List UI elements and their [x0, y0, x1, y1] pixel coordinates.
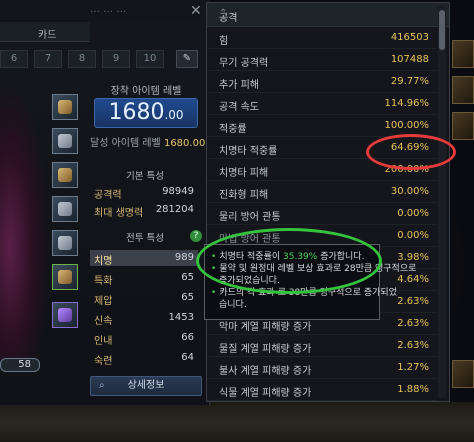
item-level-box: 장착 아이템 레벨 1680.00 달성 아이템 레벨 1680.00: [90, 78, 206, 154]
edit-pencil-icon[interactable]: ✎: [176, 50, 198, 68]
equip-slot-gloves[interactable]: [52, 230, 78, 256]
character-panel: … … … 카드 6 7 8 9 10 ✎ 장착 아이템 레벨 1680.00 …: [0, 0, 210, 405]
stat-row: 추가 피해 29.77%: [207, 71, 437, 93]
equip-slot-stone[interactable]: [52, 302, 78, 328]
stat-row: 불사 계열 피해량 증가 1.27%: [207, 357, 437, 379]
item-level-value: 1680.00: [94, 98, 198, 128]
equip-slot-head[interactable]: [52, 94, 78, 120]
tooltip-line: 습니다.: [219, 300, 247, 310]
detail-info-button[interactable]: ⌕ 상세정보: [90, 376, 202, 396]
stat-swiftness[interactable]: 신속 1453: [90, 310, 198, 327]
item-level-title: 장착 아이템 레벨: [110, 86, 182, 97]
stat-endurance[interactable]: 인내 66: [90, 330, 198, 347]
character-portrait: [0, 80, 50, 360]
red-highlight-circle: [366, 134, 456, 170]
stat-row: 물질 계열 피해량 증가 2.63%: [207, 335, 437, 357]
stats-detail-panel: 공격 ⌃ 힘 416503 무기 공격력 107488 추가 피해 29.77% 공격…: [206, 2, 450, 402]
tab-card[interactable]: 카드: [0, 22, 90, 42]
chevron-up-icon: ⌃: [219, 8, 228, 19]
stat-row: 공격 속도 114.96%: [207, 93, 437, 115]
preset-button-8[interactable]: 8: [68, 50, 96, 68]
close-icon[interactable]: ✕: [190, 3, 202, 19]
equip-slot-chest[interactable]: [52, 162, 78, 188]
basic-stats-heading: 기본 특성: [126, 171, 164, 182]
stat-row: 진화형 피해 30.00%: [207, 181, 437, 203]
achieved-item-level: 달성 아이템 레벨 1680.00: [90, 138, 206, 149]
stat-row: 힘 416503: [207, 27, 437, 49]
equip-slot-weapon[interactable]: [52, 264, 78, 290]
combat-stats-heading: 전투 특성 ?: [86, 230, 204, 244]
equip-slot-pants[interactable]: [52, 196, 78, 222]
panel-top-strip: … … …: [0, 0, 210, 22]
preset-button-9[interactable]: 9: [102, 50, 130, 68]
stat-row: 물리 방어 관통 0.00%: [207, 203, 437, 225]
stat-attack: 공격력 98949: [94, 186, 194, 201]
stat-row: 무기 공격력 107488: [207, 49, 437, 71]
level-badge: 58: [0, 358, 40, 372]
panel-header-text: … … …: [90, 4, 127, 15]
equip-slot-shoulder[interactable]: [52, 128, 78, 154]
stat-specialization[interactable]: 특화 65: [90, 270, 198, 287]
tab-card-label: 카드: [38, 30, 57, 41]
search-icon: ⌕: [99, 380, 105, 391]
stat-expertise[interactable]: 숙련 64: [90, 350, 198, 367]
stat-row: 식물 계열 피해량 증가 1.88%: [207, 379, 437, 401]
quick-slot[interactable]: [452, 40, 474, 68]
help-icon[interactable]: ?: [190, 230, 202, 242]
quick-slot[interactable]: [452, 112, 474, 140]
preset-button-10[interactable]: 10: [136, 50, 164, 68]
stat-domination[interactable]: 제압 65: [90, 290, 198, 307]
stat-crit[interactable]: 치명 989: [90, 250, 198, 267]
scrollbar[interactable]: [438, 6, 446, 398]
quick-slot[interactable]: [452, 76, 474, 104]
side-quick-slots: [452, 40, 474, 400]
stat-max-hp: 최대 생명력 281204: [94, 204, 194, 219]
game-ground: [0, 402, 474, 442]
preset-button-6[interactable]: 6: [0, 50, 28, 68]
green-highlight-circle: [196, 228, 382, 294]
scrollbar-thumb[interactable]: [439, 10, 445, 50]
quick-slot[interactable]: [452, 360, 474, 388]
preset-button-7[interactable]: 7: [34, 50, 62, 68]
category-header-attack[interactable]: 공격 ⌃: [207, 3, 449, 27]
